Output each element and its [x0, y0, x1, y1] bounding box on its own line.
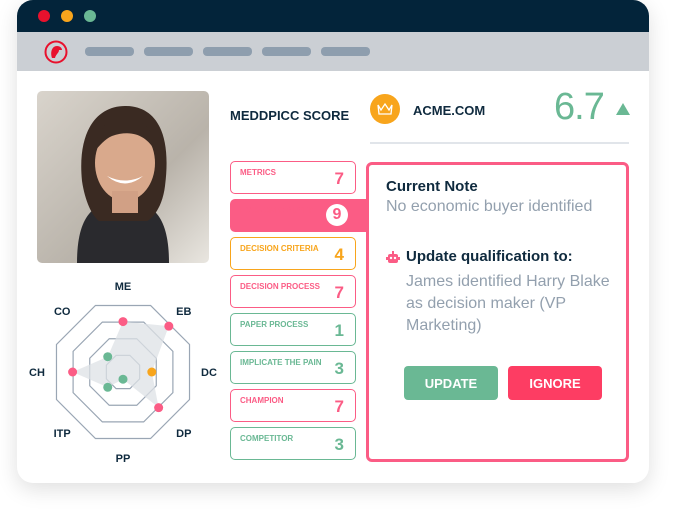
score-value: 7: [334, 169, 344, 188]
score-label: METRICS: [240, 168, 276, 177]
nav-placeholder[interactable]: [85, 47, 134, 56]
current-note-value: No economic buyer identified: [386, 198, 593, 215]
radar-axis-label: DP: [176, 428, 191, 440]
radar-point-itp: [103, 382, 113, 392]
radar-axis-label: DC: [201, 367, 217, 379]
score-value: 7: [334, 397, 344, 416]
score-item-metrics[interactable]: METRICS 7: [230, 161, 356, 194]
update-button[interactable]: UPDATE: [404, 366, 498, 400]
score-label: COMPETITOR: [240, 434, 294, 443]
score-label: IMPLICATE THE PAIN: [240, 358, 322, 367]
score-item-paper-process[interactable]: PAPER PROCESS 1: [230, 313, 356, 346]
nav-placeholder[interactable]: [262, 47, 311, 56]
score-value: 1: [334, 321, 344, 340]
score-value: 9: [326, 204, 348, 226]
radar-point-dc: [147, 367, 157, 377]
score-label: DECISION PROCESS: [240, 282, 321, 291]
score-item-decision-criteria[interactable]: DECISION CRITERIA 4: [230, 237, 356, 270]
crown-icon: [370, 94, 400, 124]
ignore-button[interactable]: IGNORE: [508, 366, 602, 400]
maximize-button[interactable]: [84, 10, 96, 22]
robot-icon: [386, 251, 400, 263]
score-label: CHAMPION: [240, 396, 284, 405]
score-item-competitor[interactable]: COMPETITOR 3: [230, 427, 356, 460]
nav-placeholder[interactable]: [144, 47, 193, 56]
radar-axis-label: ME: [115, 281, 132, 293]
score-label: ECONOMIC BUYER: [240, 206, 315, 215]
contact-photo: [37, 91, 209, 263]
radar-point-ch: [68, 367, 78, 377]
radar-axis-label: CO: [54, 306, 71, 318]
radar-point-dp: [154, 403, 164, 413]
title-bar: [17, 0, 649, 32]
score-value: 3: [334, 359, 344, 378]
radar-axis-label: CH: [29, 367, 45, 379]
update-qualification-value: James identified Harry Blake as decision…: [406, 273, 610, 334]
update-qualification-title: Update qualification to:: [406, 248, 573, 265]
score-item-decision-process[interactable]: DECISION PROCESS 7: [230, 275, 356, 308]
nav-placeholder[interactable]: [321, 47, 370, 56]
radar-axis-label: ITP: [54, 428, 71, 440]
account-name[interactable]: ACME.COM: [413, 103, 485, 118]
radar-point-eb: [164, 321, 174, 331]
nav-placeholder[interactable]: [203, 47, 252, 56]
score-value: 7: [334, 283, 344, 302]
radar-point-pp: [118, 374, 128, 384]
score-title: MEDDPICC SCORE: [230, 108, 350, 123]
divider: [370, 142, 629, 144]
meddpicc-radar-chart: ME EB DC DP PP ITP CH CO: [29, 281, 217, 465]
overall-score: 6.7: [554, 86, 605, 128]
current-note-title: Current Note: [386, 178, 478, 195]
score-label: DECISION CRITERIA: [240, 244, 319, 253]
score-item-champion[interactable]: CHAMPION 7: [230, 389, 356, 422]
radar-point-me: [118, 317, 128, 327]
radar-area: [72, 321, 169, 408]
app-window: ME EB DC DP PP ITP CH CO MEDDPICC SCORE ACME.CO…: [17, 0, 649, 483]
score-label: PAPER PROCESS: [240, 320, 309, 329]
radar-axis-label: PP: [116, 453, 131, 465]
radar-point-co: [103, 352, 113, 362]
score-value: 3: [334, 435, 344, 454]
close-button[interactable]: [38, 10, 50, 22]
minimize-button[interactable]: [61, 10, 73, 22]
score-item-economic-buyer[interactable]: ECONOMIC BUYER 9: [230, 199, 366, 232]
radar-axis-label: EB: [176, 306, 191, 318]
score-value: 4: [334, 245, 344, 264]
triangle-up-icon: [616, 103, 630, 115]
toolbar: [17, 32, 649, 71]
score-item-implicate-the-pain[interactable]: IMPLICATE THE PAIN 3: [230, 351, 356, 384]
note-panel: Current Note No economic buyer identifie…: [366, 162, 629, 462]
parrot-logo-icon[interactable]: [44, 40, 68, 64]
